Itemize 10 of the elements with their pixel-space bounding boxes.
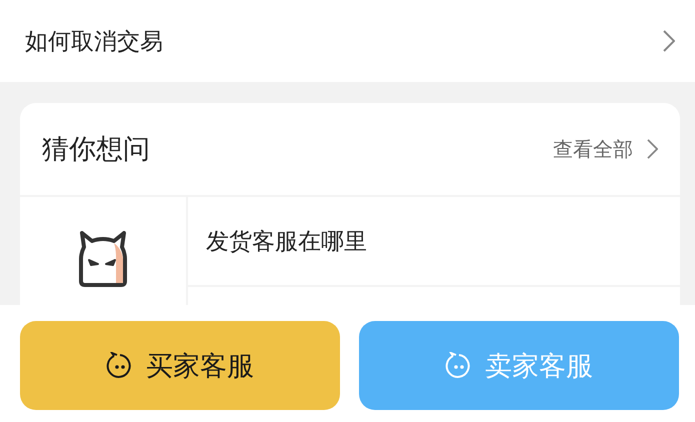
customer-service-button[interactable]: 买家客服 xyxy=(20,321,340,410)
card-title: 猜你想问 xyxy=(42,133,150,167)
chevron-right-icon xyxy=(647,139,658,159)
devil-icon xyxy=(78,231,128,287)
view-all-link[interactable]: 查看全部 xyxy=(553,136,658,162)
smiley-icon xyxy=(106,352,134,380)
chevron-right-icon xyxy=(663,30,675,52)
faq-question: 如何取消交易 xyxy=(25,28,163,56)
smiley-icon xyxy=(445,352,473,380)
question-item[interactable]: 发货客服在哪里 xyxy=(188,197,680,287)
